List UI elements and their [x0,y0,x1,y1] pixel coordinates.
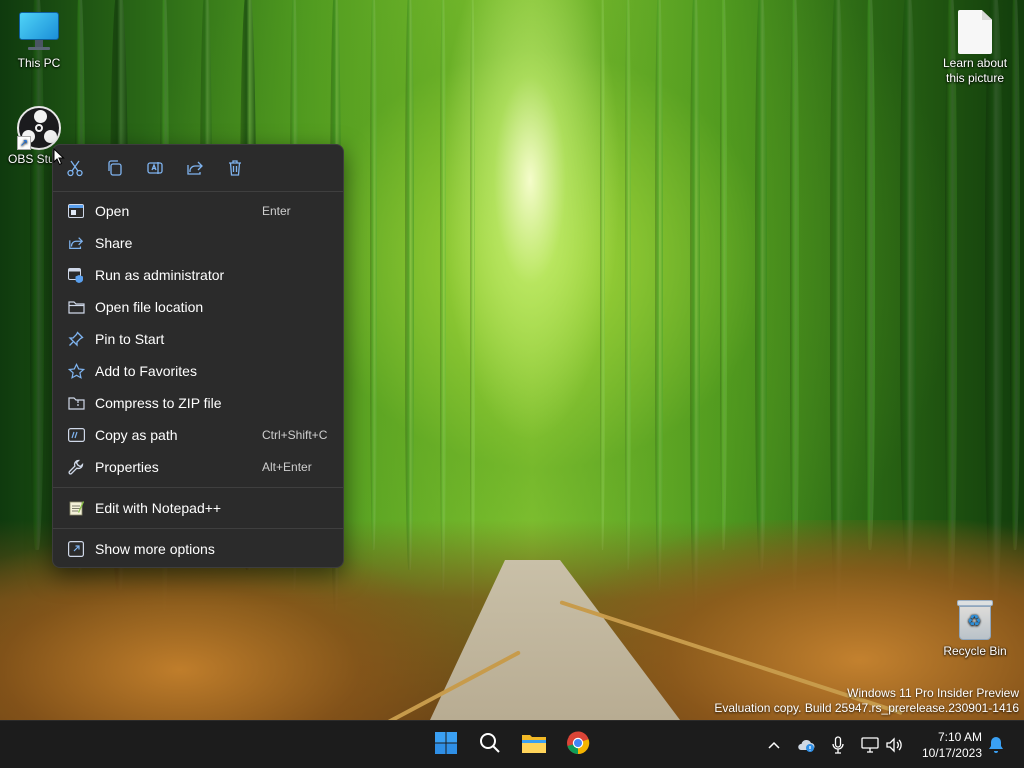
menu-item-open-file-location[interactable]: Open file location [59,292,339,322]
menu-item-pin-to-start[interactable]: Pin to Start [59,324,339,354]
context-menu: Open Enter Share Run as administrator Op… [52,144,344,568]
menu-item-add-to-favorites[interactable]: Add to Favorites [59,356,339,386]
folder-icon [67,299,85,315]
mouse-cursor-icon [53,147,65,171]
bamboo-stalk [30,0,44,550]
bamboo-stalk [625,0,631,570]
document-icon [958,10,992,54]
menu-item-compress-to-zip[interactable]: Compress to ZIP file [59,388,339,418]
desktop-icon-learn-about-picture[interactable]: Learn about this picture [936,10,1014,86]
desktop-icon-label: This PC [17,56,61,70]
menu-separator [53,191,343,192]
cut-icon[interactable] [63,157,87,179]
menu-item-copy-as-path[interactable]: Copy as path Ctrl+Shift+C [59,420,339,450]
bamboo-stalk [790,0,799,590]
file-explorer-icon [521,732,547,759]
menu-item-show-more-options[interactable]: Show more options [59,534,339,564]
menu-item-label: Open file location [95,299,204,315]
notification-bell-icon[interactable] [986,735,1006,755]
menu-item-shortcut: Ctrl+Shift+C [262,428,328,442]
network-icon[interactable] [860,735,880,755]
menu-item-label: Edit with Notepad++ [95,500,222,516]
more-options-icon [67,541,85,557]
desktop-icon-label: Learn about this picture [942,56,1008,85]
bamboo-stalk [830,0,844,610]
menu-separator [53,528,343,529]
menu-item-shortcut: Alt+Enter [262,460,312,474]
bamboo-stalk [985,0,1003,610]
bamboo-stalk [370,0,377,550]
menu-item-label: Copy as path [95,427,178,443]
menu-item-label: Pin to Start [95,331,165,347]
menu-item-label: Open [95,203,130,219]
bamboo-stalk [655,0,663,590]
watermark-build: Evaluation copy. Build 25947.rs_prerelea… [714,701,1019,715]
rename-icon[interactable] [143,157,167,179]
menu-item-shortcut: Enter [262,204,291,218]
search-icon [479,732,501,759]
bamboo-stalk [720,0,727,550]
chrome-icon [566,730,590,760]
share-icon [67,235,85,251]
notepad-plus-plus-icon [67,500,85,516]
bamboo-stalk [440,0,446,590]
taskbar-file-explorer-button[interactable] [516,727,552,763]
menu-item-label: Show more options [95,541,215,557]
monitor-icon [17,10,61,54]
watermark-edition: Windows 11 Pro Insider Preview [847,686,1019,700]
shortcut-arrow-icon: ↗ [17,136,31,150]
menu-separator [53,487,343,488]
bamboo-stalk [755,0,767,570]
volume-icon[interactable] [884,735,904,755]
onedrive-icon[interactable] [796,735,816,755]
delete-icon[interactable] [223,157,247,179]
bamboo-stalk [600,0,605,550]
taskbar-chrome-button[interactable] [560,727,596,763]
open-icon [67,203,85,219]
clock-date: 10/17/2023 [921,746,982,760]
start-icon [434,731,458,760]
menu-item-label: Add to Favorites [95,363,197,379]
pin-icon [67,331,85,347]
obs-studio-icon: ↗ [17,106,61,150]
menu-item-share[interactable]: Share [59,228,339,258]
run-as-admin-icon [67,267,85,283]
windows-build-watermark: Windows 11 Pro Insider Preview Evaluatio… [714,686,1019,716]
bamboo-stalk [690,0,700,610]
start-button[interactable] [428,727,464,763]
share-icon[interactable] [183,157,207,179]
taskbar-search-button[interactable] [472,727,508,763]
menu-item-run-as-administrator[interactable]: Run as administrator [59,260,339,290]
menu-item-properties[interactable]: Properties Alt+Enter [59,452,339,482]
taskbar-clock[interactable]: 7:10 AM 10/17/2023 [912,729,982,761]
wrench-icon [67,459,85,475]
menu-item-open[interactable]: Open Enter [59,196,339,226]
menu-item-label: Share [95,235,133,251]
bamboo-stalk [470,0,475,610]
clock-time: 7:10 AM [937,730,982,744]
microphone-icon[interactable] [828,735,848,755]
context-menu-quick-actions [53,145,343,191]
star-icon [67,362,85,379]
zip-folder-icon [67,395,85,411]
chevron-up-icon[interactable] [764,735,784,755]
menu-item-edit-with-notepad-plus-plus[interactable]: Edit with Notepad++ [59,493,339,523]
bamboo-stalk [405,0,414,570]
desktop-icon-recycle-bin[interactable]: ♻ Recycle Bin [936,598,1014,659]
menu-item-label: Run as administrator [95,267,225,283]
bamboo-stalk [945,0,957,590]
bamboo-stalk [900,0,916,570]
menu-item-label: Compress to ZIP file [95,395,222,411]
taskbar: 7:10 AM 10/17/2023 [0,720,1024,768]
menu-item-label: Properties [95,459,159,475]
desktop-icon-this-pc[interactable]: This PC [0,10,78,71]
copy-path-icon [67,427,85,443]
copy-icon[interactable] [103,157,127,179]
recycle-bin-icon: ♻ [955,598,995,642]
desktop-icon-label: Recycle Bin [943,644,1007,658]
bamboo-stalk [865,0,875,550]
